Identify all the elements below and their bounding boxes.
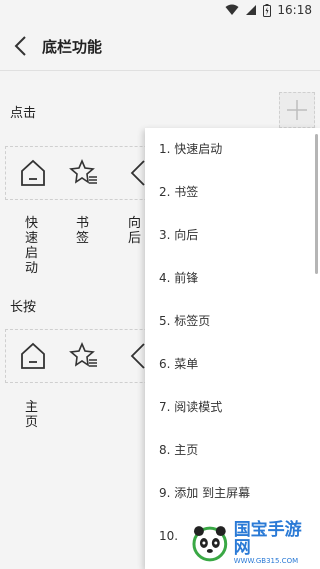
- back-button[interactable]: [10, 33, 34, 59]
- battery-icon: [263, 3, 272, 17]
- tool-label-bookmark: 书签: [76, 216, 90, 246]
- back-arrow-icon: [14, 36, 26, 56]
- longpress-section-label: 长按: [10, 300, 37, 315]
- wifi-icon: [225, 4, 239, 15]
- status-time: 16:18: [277, 3, 312, 17]
- panda-logo-icon: [192, 526, 228, 562]
- home-icon[interactable]: [18, 341, 48, 371]
- bookmark-star-icon[interactable]: [69, 158, 99, 188]
- click-section-label: 点击: [10, 106, 37, 121]
- tool-label-back: 向后: [128, 216, 142, 246]
- page-title: 底栏功能: [42, 38, 103, 56]
- bookmark-star-icon[interactable]: [69, 341, 99, 371]
- menu-item-tabs[interactable]: 5. 标签页: [145, 300, 320, 343]
- tool-label-home: 主页: [25, 400, 39, 430]
- menu-item-back[interactable]: 3. 向后: [145, 214, 320, 257]
- menu-scrollbar[interactable]: [315, 134, 318, 274]
- tool-label-quick-start: 快速启动: [25, 216, 39, 276]
- menu-item-reading-mode[interactable]: 7. 阅读模式: [145, 386, 320, 429]
- menu-item-home[interactable]: 8. 主页: [145, 429, 320, 472]
- home-icon[interactable]: [18, 158, 48, 188]
- signal-icon: [246, 5, 257, 15]
- function-select-menu: 1. 快速启动 2. 书签 3. 向后 4. 前锋 5. 标签页 6. 菜单 7…: [145, 128, 320, 569]
- watermark-text: 国宝手游网: [233, 520, 302, 558]
- plus-icon: [287, 100, 307, 120]
- watermark-url: WWW.GB315.COM: [233, 557, 299, 565]
- add-tool-button[interactable]: [279, 92, 315, 128]
- menu-item-menu[interactable]: 6. 菜单: [145, 343, 320, 386]
- menu-item-bookmark[interactable]: 2. 书签: [145, 171, 320, 214]
- menu-item-add-to-homescreen[interactable]: 9. 添加 到主屏幕: [145, 472, 320, 515]
- header-bar: 底栏功能: [0, 22, 320, 71]
- menu-item-quick-start[interactable]: 1. 快速启动: [145, 128, 320, 171]
- status-bar: 16:18: [0, 0, 320, 22]
- menu-item-forward[interactable]: 4. 前锋: [145, 257, 320, 300]
- watermark-logo: 国宝手游网 WWW.GB315.COM: [190, 520, 318, 566]
